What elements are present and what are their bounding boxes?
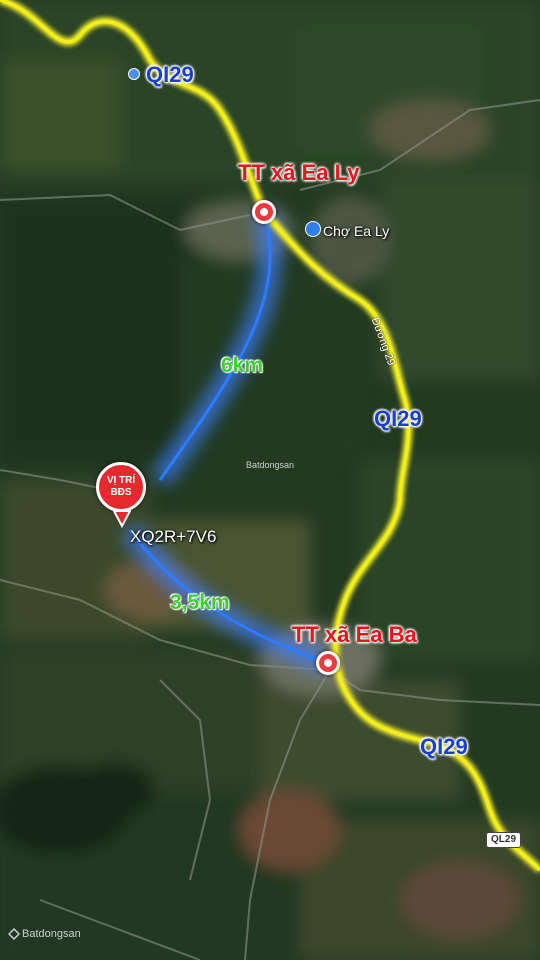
highway-shield: QL29 [486, 832, 522, 848]
town-label-ea-ba: TT xã Ea Ba [292, 622, 417, 647]
map-view[interactable]: QI29 QI29 QI29 QL29 TT xã Ea Ly TT xã Ea… [0, 0, 540, 960]
satellite-background [0, 0, 540, 960]
town-pin-ea-ba-icon[interactable] [316, 651, 340, 675]
watermark-bottom: Batdongsan [22, 928, 81, 940]
distance-label-south: 3,5km [170, 591, 230, 614]
distance-label-north: 6km [221, 354, 264, 377]
highway-label-middle: QI29 [374, 406, 422, 431]
market-label: Chợ Ea Ly [323, 223, 390, 239]
property-location-badge[interactable]: VỊ TRÍ BĐS [96, 462, 146, 512]
highway-label-south: QI29 [420, 734, 468, 759]
badge-pointer-icon [113, 510, 131, 528]
badge-line-1: VỊ TRÍ [106, 475, 136, 486]
town-label-ea-ly: TT xã Ea Ly [238, 160, 360, 185]
highway-label-north: QI29 [146, 62, 194, 87]
market-pin-icon[interactable] [305, 221, 321, 237]
badge-line-2: BĐS [110, 487, 132, 498]
watermark-logo-icon [8, 928, 20, 940]
town-pin-ea-ly-icon[interactable] [252, 200, 276, 224]
landmark-icon [128, 68, 140, 80]
watermark-center: Batdongsan [246, 460, 295, 470]
plus-code-label: XQ2R+7V6 [130, 527, 217, 546]
